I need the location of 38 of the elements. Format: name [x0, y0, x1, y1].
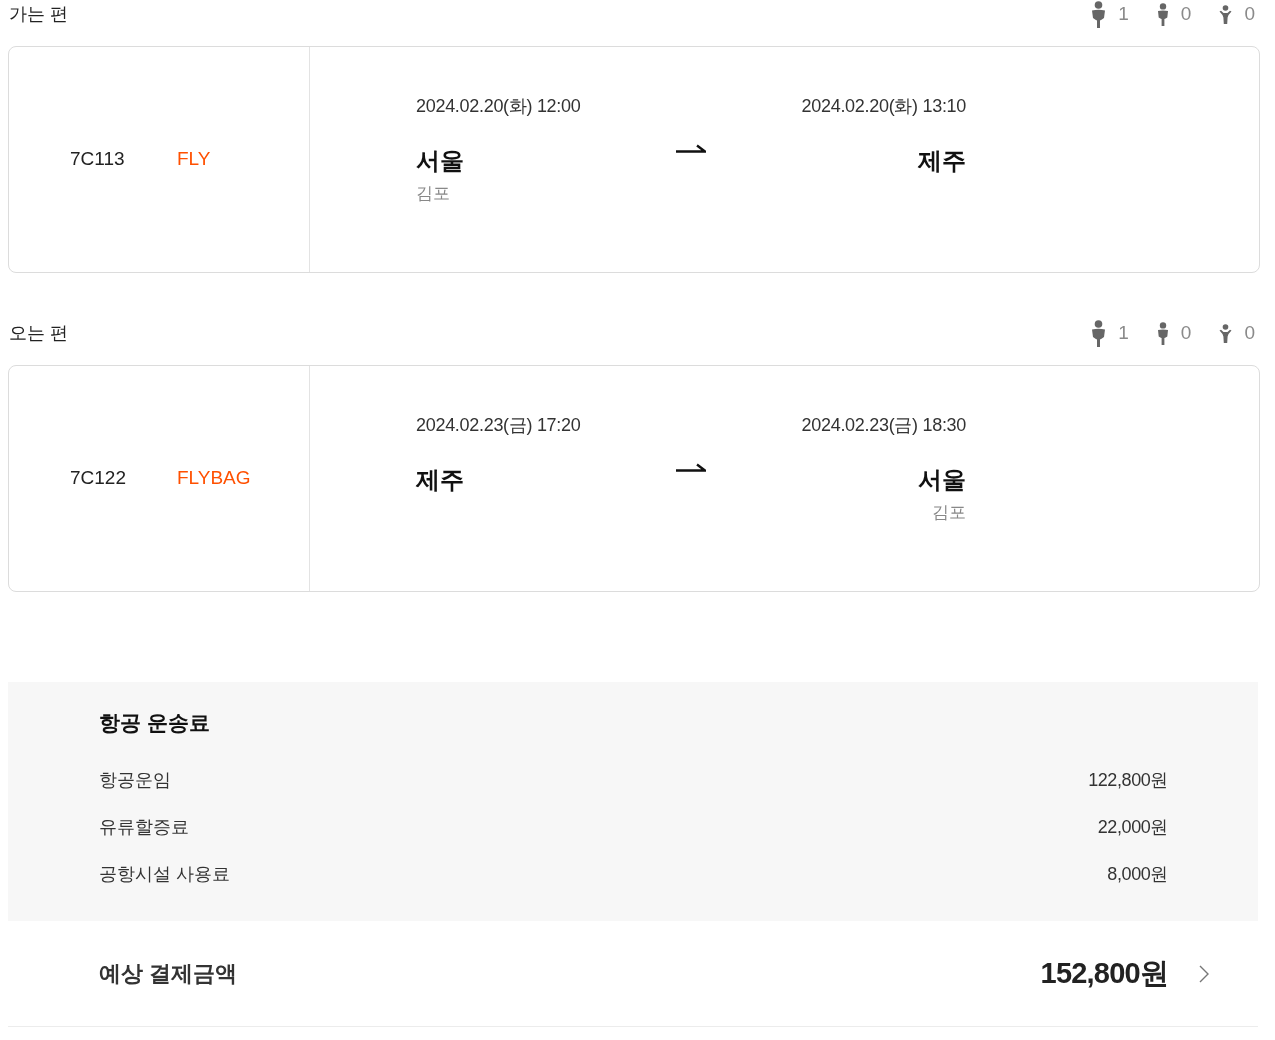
fare-item-amount: 122,800원 — [1088, 769, 1168, 792]
departure-datetime: 2024.02.20(화) 12:00 — [416, 95, 582, 118]
person-icon — [1091, 0, 1107, 28]
fare-item-amount: 22,000원 — [1097, 816, 1168, 839]
flight-number: 7C122 — [70, 466, 127, 491]
section-title: 오는 편 — [8, 322, 68, 345]
passenger-count: 1 — [1118, 2, 1129, 26]
departure-datetime: 2024.02.23(금) 17:20 — [416, 414, 582, 437]
arrival-datetime: 2024.02.23(금) 18:30 — [800, 414, 966, 437]
fare-item-label: 유류할증료 — [99, 816, 189, 839]
section-title: 가는 편 — [8, 3, 68, 26]
arrival-city: 서울 — [917, 465, 966, 495]
passenger-count: 1 — [1118, 321, 1129, 345]
fare-class-label: FLY — [177, 147, 211, 172]
total-amount: 152,800원 — [1040, 955, 1168, 991]
total-label: 예상 결제금액 — [99, 960, 238, 988]
passenger-count: 0 — [1180, 321, 1192, 345]
departure-city: 서울 — [416, 146, 465, 176]
departure-city: 제주 — [416, 465, 465, 495]
small-person-icon — [1156, 321, 1169, 345]
departure-airport: 김포 — [416, 183, 451, 205]
fare-item-label: 항공운임 — [99, 769, 171, 792]
small-person-icon — [1156, 2, 1169, 26]
fare-class-label: FLYBAG — [177, 466, 251, 491]
arrival-city: 제주 — [917, 146, 966, 176]
arms-raised-person-icon — [1219, 323, 1233, 343]
person-icon — [1091, 319, 1107, 347]
fare-title: 항공 운송료 — [99, 710, 211, 736]
arrival-datetime: 2024.02.20(화) 13:10 — [800, 95, 966, 118]
chevron-icon[interactable] — [1198, 964, 1210, 983]
fare-item-label: 공항시설 사용료 — [99, 863, 230, 886]
passenger-count: 0 — [1244, 321, 1255, 345]
passenger-count: 0 — [1180, 2, 1192, 26]
flight-number: 7C113 — [70, 147, 126, 172]
arrival-airport: 김포 — [931, 502, 966, 524]
fare-item-amount: 8,000원 — [1107, 863, 1168, 886]
passenger-count: 0 — [1244, 2, 1255, 26]
arms-raised-person-icon — [1219, 4, 1233, 24]
